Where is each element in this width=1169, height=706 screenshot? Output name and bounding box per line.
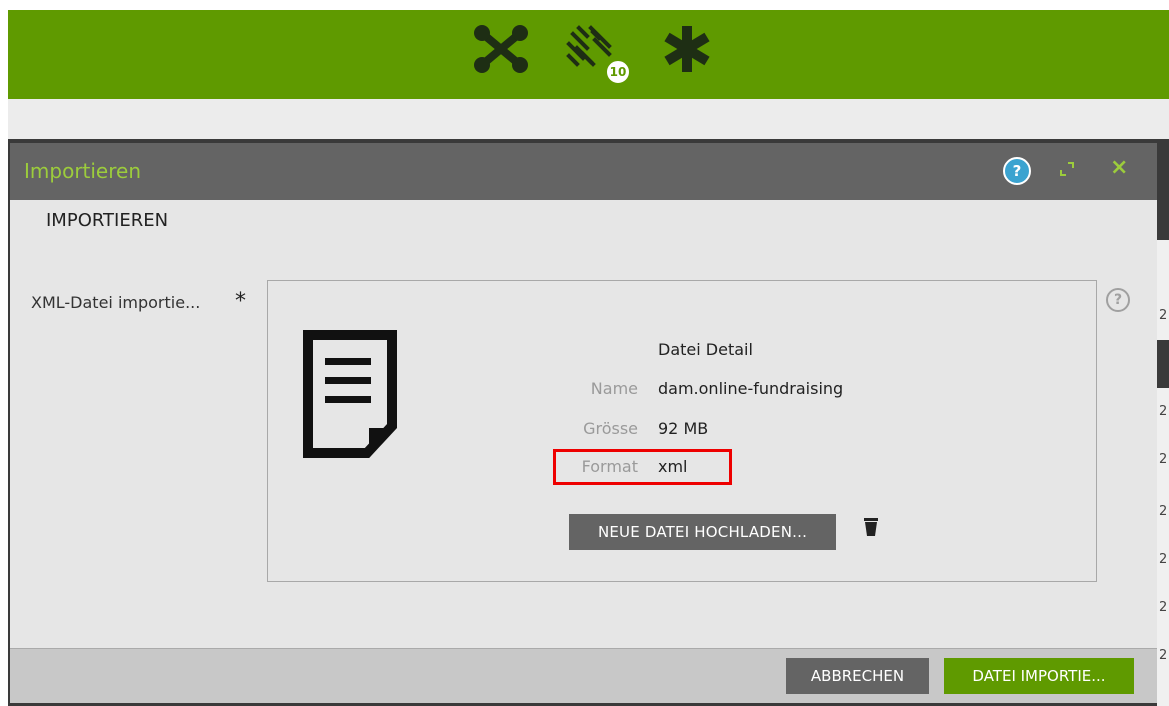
import-file-button[interactable]: DATEI IMPORTIE... xyxy=(944,658,1134,694)
field-help-icon[interactable]: ? xyxy=(1106,288,1130,312)
background-selected-row xyxy=(1157,340,1169,388)
cancel-button[interactable]: ABBRECHEN xyxy=(786,658,929,694)
background-list-edge: 2 2 2 2 2 2 2 xyxy=(1157,240,1169,706)
file-upload-panel: Datei Detail Name dam.online-fundraising… xyxy=(267,280,1097,582)
import-dialog: Importieren ? × IMPORTIEREN XML-Datei im… xyxy=(10,143,1157,703)
network-icon[interactable] xyxy=(472,24,530,78)
detail-row-name: Name dam.online-fundraising xyxy=(268,379,1068,401)
background-cell: 2 xyxy=(1159,404,1168,419)
help-icon[interactable]: ? xyxy=(1003,157,1031,185)
detail-value: 92 MB xyxy=(658,419,709,438)
xml-file-label: XML-Datei importie... xyxy=(31,293,201,312)
close-icon[interactable]: × xyxy=(1110,155,1128,180)
sub-toolbar xyxy=(8,99,1169,139)
top-toolbar: 10 xyxy=(8,10,1169,99)
upload-new-file-button[interactable]: NEUE DATEI HOCHLADEN... xyxy=(569,514,836,550)
background-cell: 2 xyxy=(1159,308,1168,323)
section-title: IMPORTIEREN xyxy=(46,210,169,231)
asterisk-icon[interactable] xyxy=(662,24,712,78)
notification-badge: 10 xyxy=(606,60,630,84)
format-highlight-box xyxy=(553,449,732,485)
background-cell: 2 xyxy=(1159,648,1168,663)
dialog-footer: ABBRECHEN DATEI IMPORTIE... xyxy=(10,648,1157,703)
maximize-icon[interactable] xyxy=(1059,161,1075,177)
background-cell: 2 xyxy=(1159,600,1168,615)
detail-key: Grösse xyxy=(583,419,638,438)
detail-row-size: Grösse 92 MB xyxy=(268,419,1068,441)
trash-icon[interactable] xyxy=(864,516,878,540)
background-cell: 2 xyxy=(1159,552,1168,567)
dialog-header: Importieren ? × xyxy=(10,143,1157,200)
required-marker: * xyxy=(235,289,246,314)
background-cell: 2 xyxy=(1159,504,1168,519)
file-detail-heading: Datei Detail xyxy=(658,340,753,359)
background-cell: 2 xyxy=(1159,452,1168,467)
dialog-title: Importieren xyxy=(24,159,142,183)
detail-key: Name xyxy=(590,379,638,398)
detail-value: dam.online-fundraising xyxy=(658,379,844,398)
